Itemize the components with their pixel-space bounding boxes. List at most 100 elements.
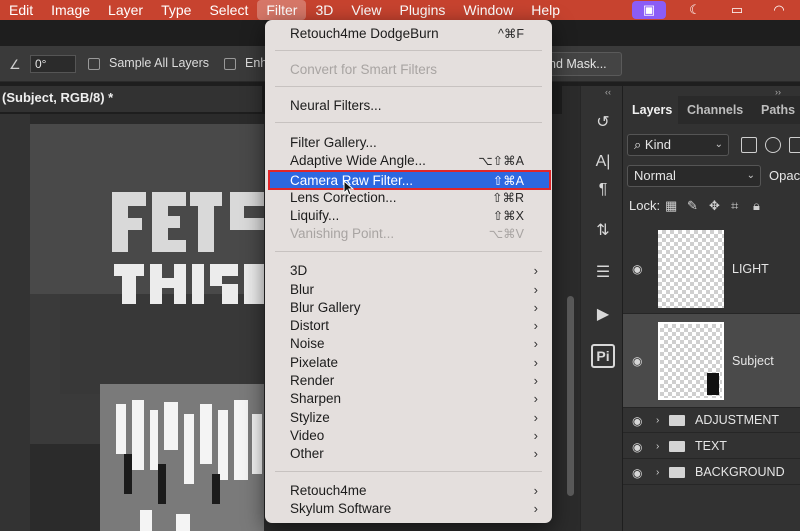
group-row-background[interactable]: ◉ › BACKGROUND [623, 459, 800, 485]
chevron-right-icon: › [533, 483, 538, 498]
layer-name: LIGHT [732, 262, 769, 276]
filter-menu: Retouch4me DodgeBurn ^⌘F Convert for Sma… [265, 20, 552, 523]
plugin-panel-icon[interactable]: Pi [591, 344, 615, 368]
menu-item-label: Convert for Smart Filters [290, 62, 438, 77]
menu-edit[interactable]: Edit [0, 0, 42, 20]
lock-image-icon[interactable]: ✎ [687, 198, 698, 214]
menu-item-blur-gallery[interactable]: Blur Gallery › [265, 299, 552, 317]
menu-window[interactable]: Window [454, 0, 522, 20]
menu-image[interactable]: Image [42, 0, 99, 20]
canvas-scrollbar[interactable] [562, 86, 580, 531]
group-row-adjustment[interactable]: ◉ › ADJUSTMENT [623, 408, 800, 433]
menu-3d[interactable]: 3D [306, 0, 342, 20]
document-tab[interactable]: (Subject, RGB/8) * [0, 86, 262, 112]
menu-item-sharpen[interactable]: Sharpen › [265, 390, 552, 408]
eye-icon[interactable]: ◉ [632, 440, 642, 454]
lock-transparent-icon[interactable]: ▦ [665, 198, 677, 214]
eye-icon[interactable]: ◉ [632, 354, 642, 368]
tab-layers[interactable]: Layers [623, 96, 678, 124]
wifi-icon[interactable]: ◠ [766, 1, 792, 19]
menu-type[interactable]: Type [152, 0, 200, 20]
menu-item-convert-smart-filters: Convert for Smart Filters [265, 61, 552, 79]
sample-all-layers-label: Sample All Layers [109, 56, 210, 70]
chevron-down-icon: ⌄ [714, 139, 723, 150]
scrollbar-thumb[interactable] [567, 296, 574, 496]
panel-tabs: Layers Channels Paths [623, 96, 800, 124]
menu-item-video[interactable]: Video › [265, 427, 552, 445]
menu-item-label: Video [290, 428, 325, 443]
chevron-right-icon[interactable]: › [656, 441, 659, 452]
layer-row-light[interactable]: ◉ LIGHT [623, 222, 800, 314]
lock-all-icon[interactable]: 🔒︎ [753, 198, 760, 214]
folder-icon [669, 441, 685, 452]
menu-item-skylum-software[interactable]: Skylum Software › [265, 500, 552, 518]
actions-play-icon[interactable]: ▶ [591, 302, 615, 326]
kind-filter-select[interactable]: ⌕ Kind ⌄ [627, 134, 729, 156]
enhance-checkbox[interactable] [224, 58, 236, 70]
adjustments-icon[interactable]: ☰ [591, 260, 615, 284]
menu-plugins[interactable]: Plugins [390, 0, 454, 20]
menu-item-blur[interactable]: Blur › [265, 281, 552, 299]
type-filter-icon[interactable] [789, 137, 800, 153]
menu-item-3d[interactable]: 3D › [265, 262, 552, 280]
angle-input[interactable]: 0° [30, 55, 76, 73]
menu-view[interactable]: View [342, 0, 390, 20]
menu-item-neural-filters[interactable]: Neural Filters... [265, 97, 552, 115]
chevron-right-icon: › [533, 391, 538, 406]
layer-row-subject[interactable]: ◉ Subject [623, 314, 800, 408]
select-and-mask-button[interactable]: nd Mask... [540, 52, 622, 76]
panel-tool-strip: ‹‹ ↺ A| ¶ ⇅ ☰ ▶ Pi [580, 86, 622, 531]
menu-item-retouch4me[interactable]: Retouch4me › [265, 482, 552, 500]
menu-help[interactable]: Help [522, 0, 569, 20]
chevron-right-icon: › [533, 282, 538, 297]
history-icon[interactable]: ↺ [591, 110, 615, 134]
menu-item-camera-raw-filter[interactable]: Camera Raw Filter... ⇧⌘A [268, 170, 551, 190]
chevron-right-icon[interactable]: › [656, 415, 659, 426]
blend-mode-select[interactable]: Normal ⌄ [627, 165, 761, 187]
menu-item-label: Retouch4me [290, 483, 367, 498]
eye-icon[interactable]: ◉ [632, 466, 642, 480]
image-filter-icon[interactable] [741, 137, 757, 153]
chevron-right-icon: › [533, 300, 538, 315]
group-name: BACKGROUND [695, 465, 785, 479]
character-icon[interactable]: A| [591, 150, 615, 174]
moon-icon[interactable]: ☾ [682, 1, 708, 19]
menu-item-other[interactable]: Other › [265, 445, 552, 463]
lock-label: Lock: [629, 198, 661, 213]
menu-item-lens-correction[interactable]: Lens Correction... ⇧⌘R [265, 189, 552, 207]
chevron-right-icon: › [533, 410, 538, 425]
menu-item-adaptive-wide-angle[interactable]: Adaptive Wide Angle... ⌥⇧⌘A [265, 152, 552, 170]
adjustment-filter-icon[interactable] [765, 137, 781, 153]
eye-icon[interactable]: ◉ [632, 414, 642, 428]
menu-filter[interactable]: Filter [257, 0, 307, 20]
menu-item-stylize[interactable]: Stylize › [265, 409, 552, 427]
kind-filter-value: Kind [644, 137, 671, 152]
menu-item-noise[interactable]: Noise › [265, 335, 552, 353]
menu-item-label: Blur Gallery [290, 300, 361, 315]
sample-all-layers-checkbox[interactable] [88, 58, 100, 70]
menu-item-retouch4me-dodgeburn[interactable]: Retouch4me DodgeBurn ^⌘F [265, 25, 552, 43]
group-row-text[interactable]: ◉ › TEXT [623, 433, 800, 459]
menu-item-filter-gallery[interactable]: Filter Gallery... [265, 134, 552, 152]
paragraph-icon[interactable]: ¶ [591, 178, 615, 202]
tab-channels[interactable]: Channels [687, 96, 743, 124]
menu-item-render[interactable]: Render › [265, 372, 552, 390]
screen-share-icon[interactable]: ▣ [632, 1, 666, 19]
menu-item-label: Noise [290, 336, 325, 351]
brush-settings-icon[interactable]: ⇅ [591, 218, 615, 242]
document-title: (Subject, RGB/8) * [2, 90, 114, 105]
menu-item-distort[interactable]: Distort › [265, 317, 552, 335]
artboard-icon[interactable]: ⌗ [731, 198, 738, 214]
tab-paths[interactable]: Paths [761, 96, 795, 124]
enhance-label: Enh [245, 56, 268, 70]
collapse-icon[interactable]: ‹‹ [605, 87, 611, 97]
chevron-right-icon[interactable]: › [656, 467, 659, 478]
menu-item-pixelate[interactable]: Pixelate › [265, 354, 552, 372]
battery-icon[interactable]: ▭ [724, 1, 750, 19]
group-name: ADJUSTMENT [695, 413, 780, 427]
lock-position-icon[interactable]: ✥ [709, 198, 720, 214]
menu-item-liquify[interactable]: Liquify... ⇧⌘X [265, 207, 552, 225]
menu-select[interactable]: Select [200, 0, 257, 20]
menu-layer[interactable]: Layer [99, 0, 152, 20]
eye-icon[interactable]: ◉ [632, 262, 642, 276]
